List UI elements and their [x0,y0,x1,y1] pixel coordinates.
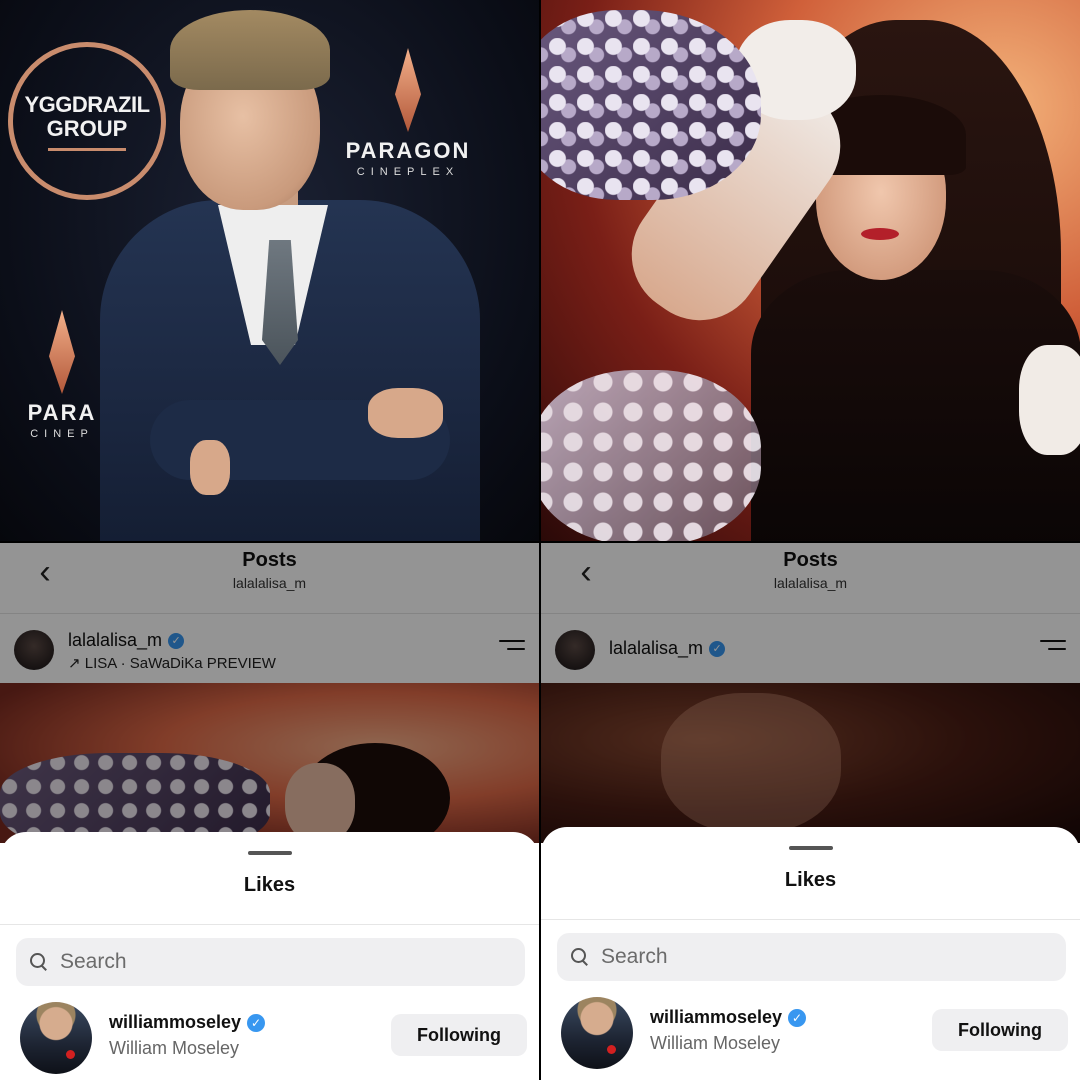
likes-sheet: Likes williammoseley ✓ William Moseley F… [541,827,1080,1080]
yggdrazil-logo: YGGDRAZIL GROUP [8,42,166,200]
liker-username-text: williammoseley [109,1012,242,1032]
verified-badge-icon: ✓ [788,1008,807,1027]
ig-screenshot-left: ‹ Posts lalalalisa_m lalalalisa_m ✓ ↗ LI… [0,543,539,1080]
sheet-title: Likes [243,874,296,896]
man-hair [170,10,330,90]
sheet-grabber[interactable] [788,846,833,850]
artist-lips [861,228,899,240]
sheet-backdrop[interactable] [0,543,539,843]
paragon-sub-partial: CINEP [30,428,94,440]
ig-screenshot-right: ‹ Posts lalalalisa_m lalalalisa_m ✓ Like… [541,543,1080,1080]
paragon-name-partial: PARA [27,400,97,425]
likes-sheet: Likes williammoseley ✓ William Moseley F… [0,832,539,1080]
search-icon [30,953,48,971]
jeweled-glove [541,370,761,541]
search-field[interactable] [557,933,1066,981]
paragon-logo-partial: PARA CINEP [12,310,112,440]
logo-text-line1: YGGDRAZIL [24,91,150,117]
sheet-backdrop[interactable] [541,543,1080,843]
photo-premiere: YGGDRAZIL GROUP PARAGON CINEPLEX PARA CI… [0,0,539,541]
search-input[interactable] [60,950,456,974]
following-button[interactable]: Following [391,1014,527,1056]
sheet-title: Likes [784,869,837,891]
liker-username[interactable]: williammoseley ✓ [650,1007,807,1028]
photo-artist [541,0,1080,541]
liker-full-name: William Moseley [650,1033,781,1053]
liker-username-text: williammoseley [650,1007,783,1027]
paragon-name: PARAGON [345,138,471,163]
man-hand [368,388,443,438]
avatar[interactable] [561,997,633,1069]
list-item[interactable]: williammoseley ✓ William Moseley Followi… [541,993,1080,1073]
search-input[interactable] [601,945,997,969]
list-item[interactable]: williammoseley ✓ William Moseley Followi… [0,998,539,1078]
divider [0,924,539,925]
sheet-grabber[interactable] [247,851,292,855]
artist-wrapped-fist-right [1019,345,1080,455]
divider [541,919,1080,920]
following-button[interactable]: Following [932,1009,1068,1051]
paragon-diamond-icon [49,310,75,394]
poppy-pin-icon [607,1045,616,1054]
man-hand [190,440,230,495]
paragon-sub: CINEPLEX [356,166,460,178]
paragon-logo: PARAGON CINEPLEX [328,48,488,178]
liker-username[interactable]: williammoseley ✓ [109,1012,266,1033]
logo-text-line2: GROUP [46,115,128,141]
liker-full-name: William Moseley [109,1038,240,1058]
paragon-diamond-icon [395,48,421,132]
search-icon [571,948,589,966]
verified-badge-icon: ✓ [247,1013,266,1032]
logo-underline [48,147,126,151]
poppy-pin-icon [66,1050,75,1059]
avatar[interactable] [20,1002,92,1074]
search-field[interactable] [16,938,525,986]
ig-screen: ‹ Posts lalalalisa_m lalalalisa_m ✓ Like… [541,543,1080,1080]
ig-screen: ‹ Posts lalalalisa_m lalalalisa_m ✓ ↗ LI… [0,543,539,1080]
